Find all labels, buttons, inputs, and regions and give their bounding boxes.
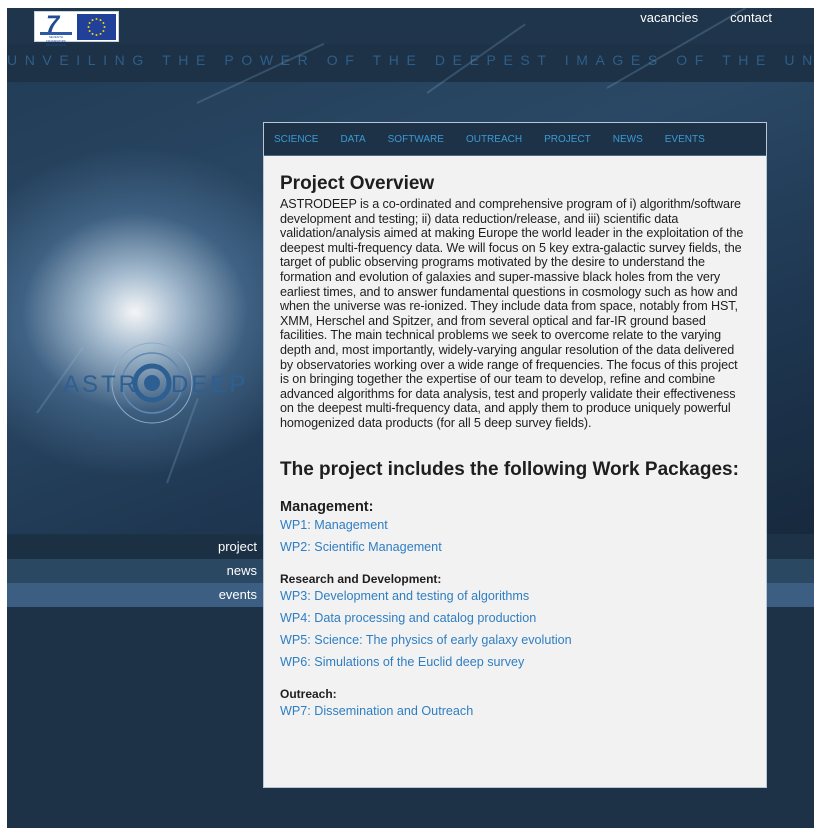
main-nav: SCIENCE DATA SOFTWARE OUTREACH PROJECT N… [264,123,766,156]
logo-text-left: ASTR [63,371,140,398]
wp6-link[interactable]: WP6: Simulations of the Euclid deep surv… [280,655,748,669]
wp2-link[interactable]: WP2: Scientific Management [280,540,748,554]
nav-outreach[interactable]: OUTREACH [466,134,522,145]
eu-flag-logo [77,14,116,40]
section-heading-research: Research and Development: [280,571,442,586]
section-heading-outreach: Outreach: [280,686,337,701]
tagline: UNVEILING THE POWER OF THE DEEPEST IMAGE… [7,52,814,68]
astrodeep-logo[interactable]: ASTR DEEP [63,338,245,448]
wp3-link[interactable]: WP3: Development and testing of algorith… [280,589,748,603]
vacancies-link[interactable]: vacancies [640,10,698,25]
wp1-link[interactable]: WP1: Management [280,518,748,532]
funding-logos[interactable]: 7 SEVENTH FRAMEWORK PROGRAMME [34,11,119,47]
nav-science[interactable]: SCIENCE [274,134,318,145]
nav-events[interactable]: EVENTS [665,134,705,145]
wp4-link[interactable]: WP4: Data processing and catalog product… [280,611,748,625]
left-nav: project news events [7,535,263,607]
fp7-caption: SEVENTH FRAMEWORK PROGRAMME [45,35,66,47]
nav-data[interactable]: DATA [340,134,365,145]
logo-text-right: DEEP [171,371,249,398]
work-packages-heading: The project includes the following Work … [280,458,739,480]
content-panel: SCIENCE DATA SOFTWARE OUTREACH PROJECT N… [263,122,767,788]
nav-band-right [767,559,814,607]
top-links: vacancies contact [640,10,772,25]
page-frame: 7 SEVENTH FRAMEWORK PROGRAMME vacancies … [7,8,814,828]
intro-paragraph: ASTRODEEP is a co-ordinated and comprehe… [280,197,744,430]
nav-software[interactable]: SOFTWARE [388,134,444,145]
wp5-link[interactable]: WP5: Science: The physics of early galax… [280,633,748,647]
leftnav-item-project[interactable]: project [7,535,263,559]
leftnav-item-news[interactable]: news [7,559,263,583]
leftnav-item-events[interactable]: events [7,583,263,607]
page-title: Project Overview [280,173,435,194]
fp7-logo: 7 SEVENTH FRAMEWORK PROGRAMME [38,11,74,47]
nav-news[interactable]: NEWS [613,134,643,145]
section-heading-management: Management: [280,498,374,515]
nav-project[interactable]: PROJECT [544,134,591,145]
wp7-link[interactable]: WP7: Dissemination and Outreach [280,704,748,718]
main-content: Project Overview ASTRODEEP is a co-ordin… [264,156,766,718]
